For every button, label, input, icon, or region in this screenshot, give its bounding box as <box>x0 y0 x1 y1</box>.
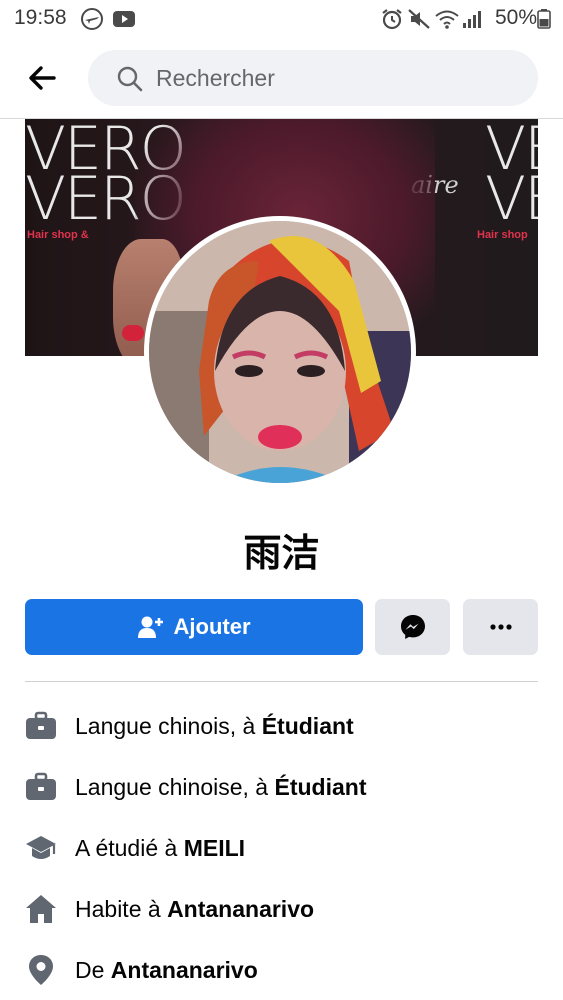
detail-current-city-prefix: Habite à <box>75 895 168 922</box>
cover-sub-right: Hair shop <box>477 229 528 241</box>
briefcase-icon <box>25 710 57 742</box>
status-time: 19:58 <box>14 6 67 29</box>
detail-hometown: De Antananarivo <box>25 950 538 990</box>
detail-work-1: Langue chinois, à Étudiant <box>25 706 538 746</box>
cover-lips-shape <box>122 325 144 341</box>
detail-work-1-value[interactable]: Étudiant <box>262 713 354 739</box>
add-friend-label: Ajouter <box>173 614 251 639</box>
detail-education-value[interactable]: MEILI <box>184 835 245 861</box>
messenger-icon <box>400 615 425 639</box>
cover-sub-left: Hair shop & <box>27 229 89 241</box>
detail-hometown-value[interactable]: Antananarivo <box>111 957 258 983</box>
back-button[interactable] <box>22 56 66 100</box>
add-friend-button[interactable]: Ajouter <box>25 599 363 655</box>
status-bar: 19:58 50% <box>0 0 563 38</box>
wifi-icon <box>434 8 460 35</box>
section-divider <box>25 681 538 682</box>
detail-work-2-prefix: Langue chinoise, à <box>75 773 275 800</box>
detail-work-2: Langue chinoise, à Étudiant <box>25 767 538 807</box>
graduation-cap-icon <box>25 832 57 864</box>
briefcase-icon <box>25 771 57 803</box>
location-pin-icon <box>25 954 57 986</box>
detail-current-city-value[interactable]: Antananarivo <box>167 896 314 922</box>
battery-percent: 50% <box>494 6 537 29</box>
cover-text-right-2: VER <box>485 164 538 234</box>
add-friend-icon <box>137 616 163 638</box>
profile-portrait-illustration <box>149 221 411 483</box>
search-input[interactable] <box>156 50 516 106</box>
search-icon <box>116 65 144 98</box>
detail-work-1-prefix: Langue chinois, à <box>75 712 262 739</box>
airplane-notification-icon <box>80 8 104 35</box>
alarm-icon <box>380 8 404 35</box>
detail-hometown-prefix: De <box>75 956 111 983</box>
top-header <box>0 38 563 119</box>
detail-education-prefix: A étudié à <box>75 834 184 861</box>
back-arrow-icon <box>29 66 56 90</box>
profile-photo <box>149 221 411 483</box>
signal-icon <box>462 8 484 35</box>
more-dots-icon <box>489 624 512 630</box>
more-options-button[interactable] <box>463 599 538 655</box>
profile-name: 雨洁 <box>243 531 320 575</box>
search-bar[interactable] <box>88 50 538 106</box>
mute-icon <box>407 8 431 35</box>
profile-avatar[interactable] <box>144 216 416 488</box>
detail-work-2-value[interactable]: Étudiant <box>275 774 367 800</box>
battery-icon <box>537 9 551 34</box>
messenger-button[interactable] <box>375 599 450 655</box>
youtube-icon <box>112 8 136 35</box>
detail-current-city: Habite à Antananarivo <box>25 889 538 929</box>
detail-education: A étudié à MEILI <box>25 828 538 868</box>
home-icon <box>25 893 57 925</box>
